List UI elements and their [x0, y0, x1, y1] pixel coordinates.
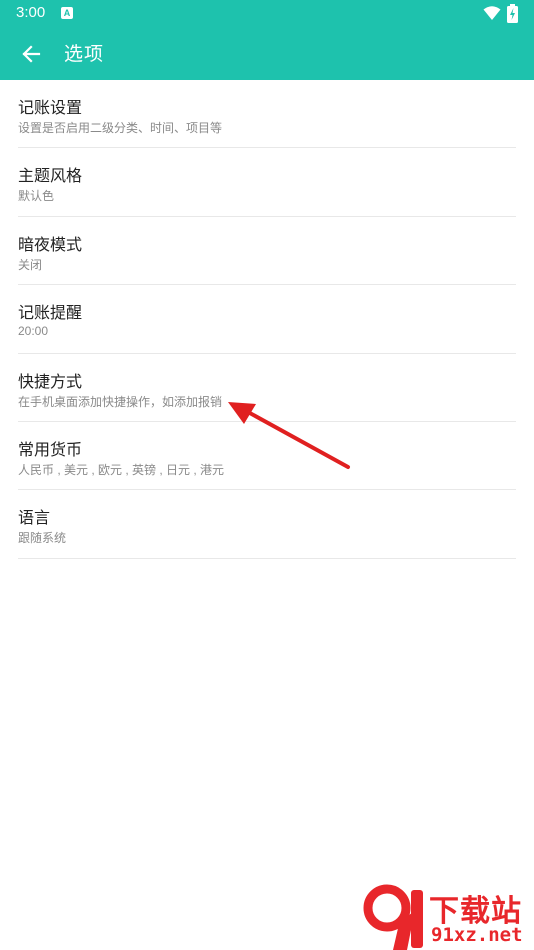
- setting-title: 暗夜模式: [18, 234, 83, 254]
- setting-subtitle: 人民币 , 美元 , 欧元 , 英镑 , 日元 , 港元: [18, 462, 225, 477]
- wifi-icon: [483, 6, 501, 20]
- setting-subtitle: 关闭: [18, 257, 43, 272]
- setting-item-reminder[interactable]: 记账提醒 20:00: [18, 285, 516, 354]
- setting-item-currency[interactable]: 常用货币 人民币 , 美元 , 欧元 , 英镑 , 日元 , 港元: [18, 422, 516, 491]
- arrow-left-icon: [22, 45, 41, 63]
- setting-title: 常用货币: [18, 439, 83, 459]
- setting-item-language[interactable]: 语言 跟随系统: [18, 490, 516, 559]
- watermark-url: 91xz.net: [431, 924, 523, 946]
- setting-item-dark-mode[interactable]: 暗夜模式 关闭: [18, 217, 516, 286]
- setting-title: 快捷方式: [18, 371, 83, 391]
- setting-subtitle: 20:00: [18, 324, 49, 339]
- page-title: 选项: [64, 43, 105, 65]
- back-button[interactable]: [10, 32, 54, 76]
- setting-title: 记账设置: [18, 98, 83, 117]
- setting-title: 语言: [18, 508, 51, 528]
- app-bar: 选项: [0, 28, 534, 80]
- setting-item-shortcuts[interactable]: 快捷方式 在手机桌面添加快捷操作，如添加报销: [18, 354, 516, 422]
- watermark-logo-icon: [363, 884, 423, 950]
- battery-charging-icon: [507, 4, 518, 23]
- settings-list: 记账设置 设置是否启用二级分类、时间、项目等 主题风格 默认色 暗夜模式 关闭 …: [0, 80, 534, 559]
- status-bar: 3:00 A: [0, 0, 534, 28]
- setting-title: 主题风格: [18, 166, 83, 186]
- setting-subtitle: 默认色: [18, 189, 55, 204]
- setting-item-bookkeeping[interactable]: 记账设置 设置是否启用二级分类、时间、项目等: [18, 80, 516, 149]
- watermark: 下载站 91xz.net: [363, 880, 534, 950]
- notification-a-icon: A: [61, 7, 73, 19]
- setting-subtitle: 跟随系统: [18, 531, 67, 546]
- setting-subtitle: 在手机桌面添加快捷操作，如添加报销: [18, 394, 223, 409]
- status-time: 3:00: [16, 4, 46, 21]
- setting-subtitle: 设置是否启用二级分类、时间、项目等: [18, 121, 223, 135]
- setting-item-theme[interactable]: 主题风格 默认色: [18, 148, 516, 217]
- setting-title: 记账提醒: [18, 303, 83, 323]
